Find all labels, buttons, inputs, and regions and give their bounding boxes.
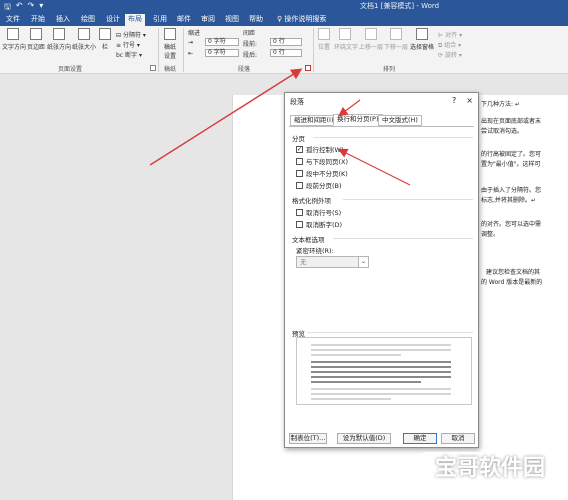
arrow-to-paragraph-launcher bbox=[149, 68, 303, 166]
watermark-logo: 宝哥软件园 bbox=[420, 452, 560, 486]
arrow-to-widow-control bbox=[337, 148, 411, 186]
annotation-arrows bbox=[149, 68, 411, 186]
arrow-to-page-breaks-tab bbox=[338, 99, 361, 117]
